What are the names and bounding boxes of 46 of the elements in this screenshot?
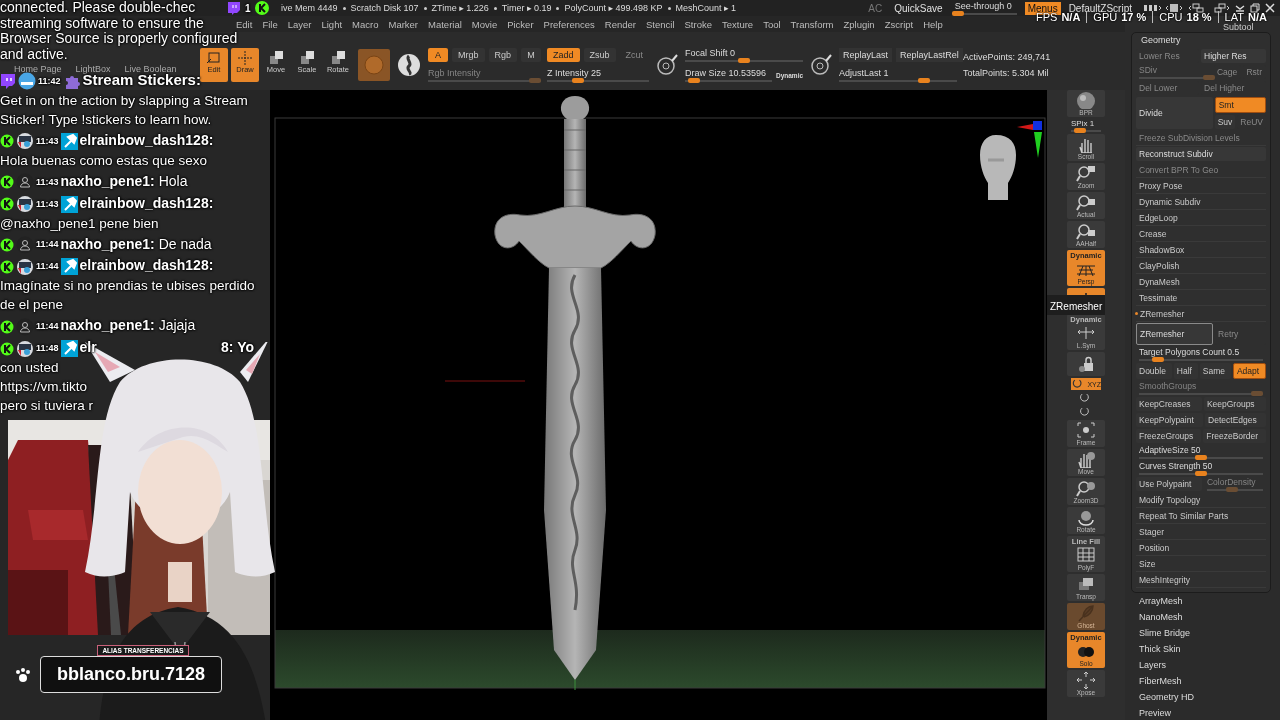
viewer-count: 1 (245, 2, 251, 14)
chat-username: elrainbow_dash128: (79, 194, 214, 211)
chat-message: Imagínate si no prendias te ubises perdido de el pene (0, 277, 256, 315)
perf-label: CPU (1159, 11, 1183, 23)
perf-value: N/A (1061, 11, 1081, 23)
ac-label: AC (868, 2, 883, 14)
tooltip-label: ZRemesher (1050, 301, 1103, 312)
chat-message: Get in on the action by slapping a Stream Sticker! Type !stickers to learn how. (0, 91, 249, 129)
perf-label: GPU (1093, 11, 1118, 23)
status-text: ive Mem 4449 (281, 3, 338, 13)
points-label: TotalPoints: 5.304 Mil (963, 68, 1050, 78)
message-time: 11:44 (36, 321, 59, 332)
status-text: PolyCount ▸ 499.498 KP (564, 3, 663, 13)
perf-label: LAT (1224, 11, 1244, 23)
message-time: 11:43 (36, 135, 59, 146)
chat-message: Jajaja (158, 317, 196, 334)
chat-notice-line: streaming software to ensure the (0, 15, 204, 31)
perf-value: N/A (1247, 11, 1267, 23)
message-time: 11:42 (38, 75, 61, 86)
chat-message: 8: Yo (221, 338, 254, 358)
status-text: Timer ▸ 0.19 (501, 3, 552, 13)
status-text: MeshCount ▸ 1 (675, 3, 737, 13)
message-time: 11:43 (36, 176, 59, 187)
message-time: 11:44 (36, 261, 59, 272)
chat-username: naxho_pene1: (60, 235, 155, 252)
chat-username: elrainbow_dash128: (79, 257, 214, 274)
status-text: ZTime ▸ 1.226 (431, 3, 489, 13)
chat-username: elrainbow_dash128: (79, 131, 214, 148)
chat-username: naxho_pene1: (60, 317, 155, 334)
status-text: Scratch Disk 107 (350, 3, 419, 13)
chat-message: De nada (158, 235, 212, 252)
points-label: ActivePoints: 249,741 (963, 52, 1051, 62)
perf-value: 18 % (1186, 11, 1212, 23)
chat-notice-line: and active. (0, 46, 68, 62)
chat-message: con usted https://vm.tikto pero si tuviera r (0, 359, 95, 416)
message-time: 11:43 (36, 198, 59, 209)
chat-notice-line: Browser Source is properly configured (0, 31, 238, 47)
message-time: 11:48 (36, 343, 59, 354)
chat-message: @naxho_pene1 pene bien (0, 214, 160, 233)
chat-message: Hola (158, 172, 188, 189)
chat-notice-line: connected. Please double-chec (0, 0, 196, 16)
chat-message: Hola buenas como estas que sexo (0, 151, 209, 170)
script-label: DefaultZScript (1068, 2, 1132, 14)
message-time: 11:44 (36, 239, 59, 250)
chat-username: naxho_pene1: (60, 172, 155, 189)
handle-card: bblanco.bru.7128 (40, 656, 223, 693)
